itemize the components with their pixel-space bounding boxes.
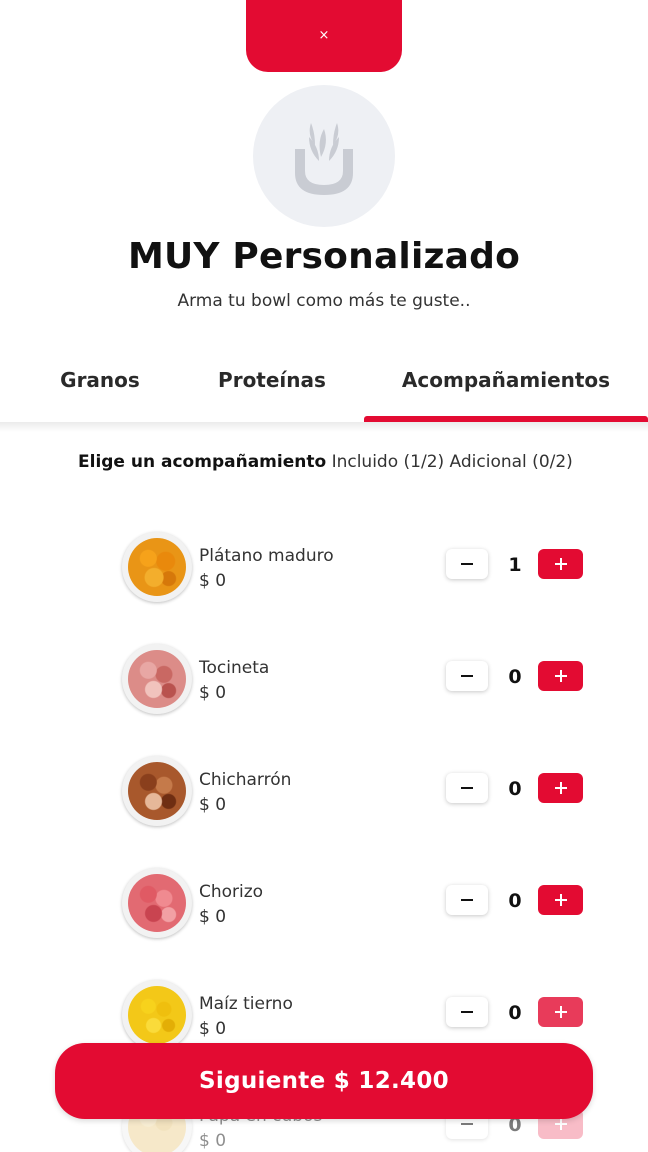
- decrease-button[interactable]: [446, 773, 488, 803]
- item-price: $ 0: [199, 907, 227, 927]
- minus-icon: [461, 1011, 473, 1013]
- item-name: Tocineta: [199, 658, 270, 678]
- item-price: $ 0: [199, 683, 227, 703]
- instruction-prompt: Elige un acompañamiento: [78, 452, 327, 472]
- list-item: Tocineta $ 0 0: [0, 644, 648, 724]
- list-item: Chicharrón $ 0 0: [0, 756, 648, 836]
- included-count: Incluido (1/2): [331, 452, 445, 472]
- next-button-label: Siguiente $ 12.400: [199, 1068, 449, 1094]
- selection-instruction: Elige un acompañamiento Incluido (1/2) A…: [78, 452, 573, 472]
- bowl-sprout-icon: [295, 123, 353, 195]
- item-price: $ 0: [199, 1131, 227, 1151]
- item-image-chicharron: [122, 756, 192, 826]
- bowl-logo: [253, 85, 395, 227]
- tab-proteinas[interactable]: Proteínas: [208, 368, 336, 392]
- item-image-maiz: [122, 980, 192, 1050]
- minus-icon: [461, 563, 473, 565]
- category-tabs: Granos Proteínas Acompañamientos: [0, 352, 648, 422]
- decrease-button[interactable]: [446, 997, 488, 1027]
- additional-count: Adicional (0/2): [449, 452, 573, 472]
- page-subtitle: Arma tu bowl como más te guste..: [177, 291, 471, 311]
- item-image-chorizo: [122, 868, 192, 938]
- page-title: MUY Personalizado: [127, 236, 521, 277]
- item-name: Maíz tierno: [199, 994, 293, 1014]
- item-name: Chicharrón: [199, 770, 292, 790]
- item-quantity: 0: [508, 666, 522, 688]
- item-image-tocineta: [122, 644, 192, 714]
- item-price: $ 0: [199, 1019, 227, 1039]
- tabs-divider: [0, 422, 648, 432]
- increase-button[interactable]: [538, 885, 583, 915]
- item-price: $ 0: [199, 795, 227, 815]
- minus-icon: [461, 675, 473, 677]
- tab-acompanamientos[interactable]: Acompañamientos: [364, 368, 648, 392]
- list-item: Plátano maduro $ 0 1: [0, 532, 648, 612]
- item-price: $ 0: [199, 571, 227, 591]
- close-icon: ×: [318, 28, 330, 43]
- increase-button[interactable]: [538, 997, 583, 1027]
- item-quantity: 1: [508, 554, 522, 576]
- increase-button[interactable]: [538, 661, 583, 691]
- tab-granos[interactable]: Granos: [48, 368, 152, 392]
- item-quantity: 0: [508, 890, 522, 912]
- increase-button[interactable]: [538, 549, 583, 579]
- decrease-button[interactable]: [446, 549, 488, 579]
- decrease-button[interactable]: [446, 661, 488, 691]
- minus-icon: [461, 787, 473, 789]
- decrease-button[interactable]: [446, 885, 488, 915]
- item-quantity: 0: [508, 778, 522, 800]
- item-name: Chorizo: [199, 882, 264, 902]
- item-name: Plátano maduro: [199, 546, 334, 566]
- increase-button[interactable]: [538, 773, 583, 803]
- item-quantity: 0: [508, 1002, 522, 1024]
- next-button[interactable]: Siguiente $ 12.400: [55, 1043, 593, 1119]
- item-image-platano: [122, 532, 192, 602]
- list-item: Chorizo $ 0 0: [0, 868, 648, 948]
- close-button[interactable]: ×: [246, 0, 402, 72]
- minus-icon: [461, 899, 473, 901]
- minus-icon: [461, 1123, 473, 1125]
